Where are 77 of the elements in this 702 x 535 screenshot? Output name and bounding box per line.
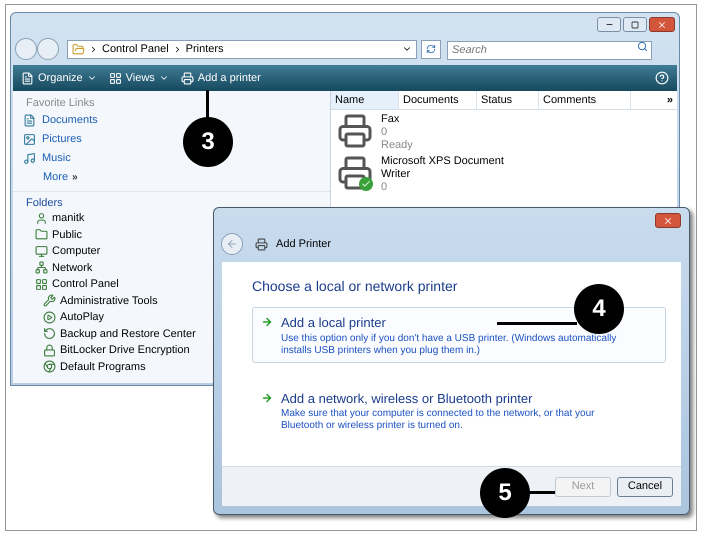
folder-tree-item[interactable]: Control Panel [52, 276, 119, 292]
close-button[interactable] [655, 213, 681, 228]
favorite-link-icon [23, 114, 36, 127]
maximize-icon [631, 20, 639, 28]
close-icon [663, 216, 673, 226]
option-title: Add a local printer [281, 314, 386, 332]
address-bar[interactable]: Control Panel Printers [67, 40, 417, 58]
option-description: Use this option only if you don't have a USB printer. (Windows automatically installs USB printers when you plug them in.) [281, 332, 618, 356]
folder-tree-item[interactable]: BitLocker Drive Encryption [60, 342, 190, 358]
leader-line [529, 491, 555, 494]
folder-tree-item[interactable]: Backup and Restore Center [60, 326, 196, 342]
printer-documents: 0 [381, 126, 388, 139]
folder-tree-item[interactable]: manitk [52, 210, 84, 226]
column-header[interactable]: Status [477, 91, 539, 109]
arrow-icon [261, 316, 273, 328]
favorite-link-icon [23, 152, 36, 165]
option-button[interactable]: Add a network, wireless or Bluetooth printer Make sure that your computer is connected to the network, or that your Bluetooth or wireless printer is turned on. [252, 382, 666, 438]
folder-item-icon [35, 244, 48, 258]
toolbar-button[interactable]: Add a printer [180, 70, 261, 86]
help-icon[interactable] [655, 71, 669, 85]
printer-icon [337, 155, 373, 191]
option-title: Add a network, wireless or Bluetooth printer [281, 390, 532, 408]
folder-tree-item[interactable]: Computer [52, 243, 100, 260]
column-header[interactable]: Name [331, 91, 399, 109]
folder-item-icon [43, 344, 56, 357]
printer-icon [255, 238, 268, 250]
folder-item-icon [43, 310, 56, 324]
more-link[interactable]: More [43, 169, 68, 186]
folder-item-icon [35, 228, 48, 242]
toolbar-button[interactable]: Views [108, 70, 169, 86]
dialog-heading: Choose a local or network printer [251, 277, 458, 296]
option-description: Make sure that your computer is connected to the network, or that your Bluetooth or wireless printer is turned on. [281, 408, 596, 432]
column-header[interactable]: » [631, 91, 677, 109]
printer-status: Ready [381, 139, 414, 152]
favorite-link[interactable]: Documents [42, 112, 98, 129]
back-arrow-icon [226, 238, 238, 250]
folder-tree-item[interactable]: Network [52, 260, 92, 276]
folder-tree-item[interactable]: Administrative Tools [60, 292, 158, 309]
printer-icon [180, 72, 194, 84]
document-icon [21, 72, 34, 84]
arrow-icon [261, 392, 273, 404]
toolbar-button[interactable]: Organize [21, 70, 97, 86]
dialog-title: Add Printer [276, 236, 332, 252]
views-icon [108, 72, 122, 84]
pane-heading: Favorite Links [26, 96, 94, 111]
folder-item-icon [35, 261, 48, 274]
printer-documents: 0 [381, 181, 388, 194]
close-icon [657, 20, 667, 30]
printer-name[interactable]: Microsoft XPS Document Writer [381, 155, 521, 181]
breadcrumb-item[interactable]: Control Panel [102, 40, 169, 58]
refresh-icon [426, 44, 436, 54]
close-button[interactable] [649, 17, 675, 32]
maximize-button[interactable] [623, 17, 647, 32]
default-check-icon [359, 177, 373, 191]
folder-item-icon [43, 360, 56, 374]
folder-item-icon [43, 327, 56, 340]
folder-icon [72, 42, 85, 56]
folder-item-icon [35, 212, 48, 225]
folder-item-icon [43, 294, 56, 308]
more-chevrons: » [72, 171, 78, 185]
folder-item-icon [35, 278, 48, 291]
folder-tree-item[interactable]: Public [52, 226, 82, 243]
folder-tree-item[interactable]: Default Programs [60, 358, 146, 375]
column-header[interactable]: Documents [399, 91, 477, 109]
column-header[interactable]: Comments [539, 91, 631, 109]
search-icon [637, 41, 648, 52]
search-field[interactable]: Search [447, 40, 652, 60]
refresh-button[interactable] [421, 40, 441, 58]
printer-icon [337, 113, 373, 149]
folder-tree-item[interactable]: AutoPlay [60, 309, 104, 326]
printer-name[interactable]: Fax [381, 113, 521, 126]
favorite-link-icon [23, 133, 36, 146]
breadcrumb-item[interactable]: Printers [186, 40, 224, 58]
dialog-button[interactable]: Cancel [617, 476, 673, 496]
leader-line [206, 90, 209, 118]
favorite-link[interactable]: Pictures [42, 131, 82, 148]
favorite-link[interactable]: Music [42, 150, 71, 167]
